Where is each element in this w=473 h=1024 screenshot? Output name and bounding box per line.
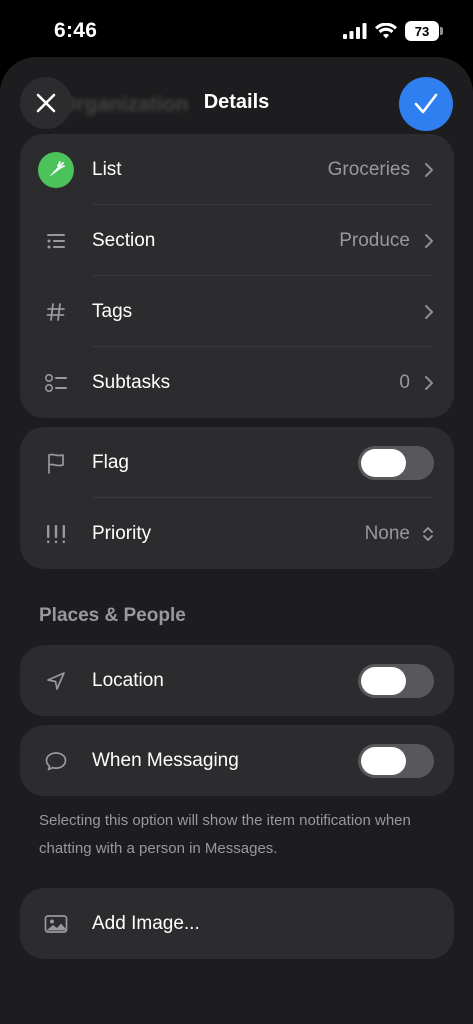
- section-label: Section: [92, 229, 156, 251]
- chevron-right-icon: [425, 233, 433, 248]
- places-people-header: Places & People: [39, 605, 186, 626]
- details-sheet: Organization Details List Groceries Sect…: [0, 57, 473, 1024]
- messaging-toggle[interactable]: [358, 743, 434, 778]
- status-bar: 6:46 73: [0, 0, 473, 60]
- flag-row: Flag: [20, 427, 454, 498]
- flag-label: Flag: [92, 451, 129, 473]
- location-group: Location: [20, 645, 454, 716]
- subtasks-count: 0: [399, 371, 410, 393]
- priority-row[interactable]: Priority None: [20, 498, 454, 569]
- toggle-knob: [361, 666, 406, 695]
- checkmark-icon: [414, 93, 438, 114]
- subtasks-icon: [38, 365, 74, 401]
- location-label: Location: [92, 669, 164, 691]
- nav-bar: Details: [0, 77, 473, 133]
- subtasks-row[interactable]: Subtasks 0: [20, 347, 454, 418]
- flag-priority-group: Flag Priority None: [20, 427, 454, 569]
- chevron-right-icon: [425, 375, 433, 390]
- location-toggle[interactable]: [358, 663, 434, 698]
- toggle-knob: [361, 746, 406, 775]
- section-value: Produce: [339, 229, 410, 251]
- status-icons: 73: [343, 21, 443, 41]
- status-time: 6:46: [54, 19, 98, 42]
- add-image-row[interactable]: Add Image...: [20, 888, 454, 959]
- messaging-row: When Messaging: [20, 725, 454, 796]
- carrot-icon: [38, 151, 74, 188]
- cellular-signal-icon: [343, 23, 367, 39]
- chevron-up-down-icon: [423, 526, 433, 541]
- chevron-right-icon: [425, 304, 433, 319]
- priority-value: None: [364, 522, 410, 544]
- section-row[interactable]: Section Produce: [20, 205, 454, 276]
- battery-indicator: 73: [405, 21, 443, 41]
- priority-exclamation-icon: [38, 516, 74, 552]
- subtasks-label: Subtasks: [92, 371, 171, 393]
- location-row: Location: [20, 645, 454, 716]
- messaging-label: When Messaging: [92, 749, 239, 771]
- chevron-right-icon: [425, 162, 433, 177]
- messaging-footnote: Selecting this option will show the item…: [39, 812, 411, 857]
- location-arrow-icon: [38, 663, 74, 699]
- messaging-group: When Messaging: [20, 725, 454, 796]
- list-label: List: [92, 158, 122, 180]
- done-button[interactable]: [399, 77, 453, 131]
- flag-icon: [38, 445, 74, 481]
- tags-label: Tags: [92, 300, 133, 322]
- list-row[interactable]: List Groceries: [20, 134, 454, 205]
- priority-label: Priority: [92, 522, 152, 544]
- wifi-icon: [375, 23, 397, 39]
- organization-group: List Groceries Section Produce Tags Subt…: [20, 134, 454, 418]
- photo-icon: [38, 906, 74, 942]
- add-image-group: Add Image...: [20, 888, 454, 959]
- section-list-icon: [38, 223, 74, 259]
- hashtag-icon: [38, 294, 74, 330]
- message-bubble-icon: [38, 743, 74, 779]
- add-image-label: Add Image...: [92, 912, 200, 934]
- flag-toggle[interactable]: [358, 445, 434, 480]
- tags-row[interactable]: Tags: [20, 276, 454, 347]
- list-value: Groceries: [327, 158, 410, 180]
- toggle-knob: [361, 448, 406, 477]
